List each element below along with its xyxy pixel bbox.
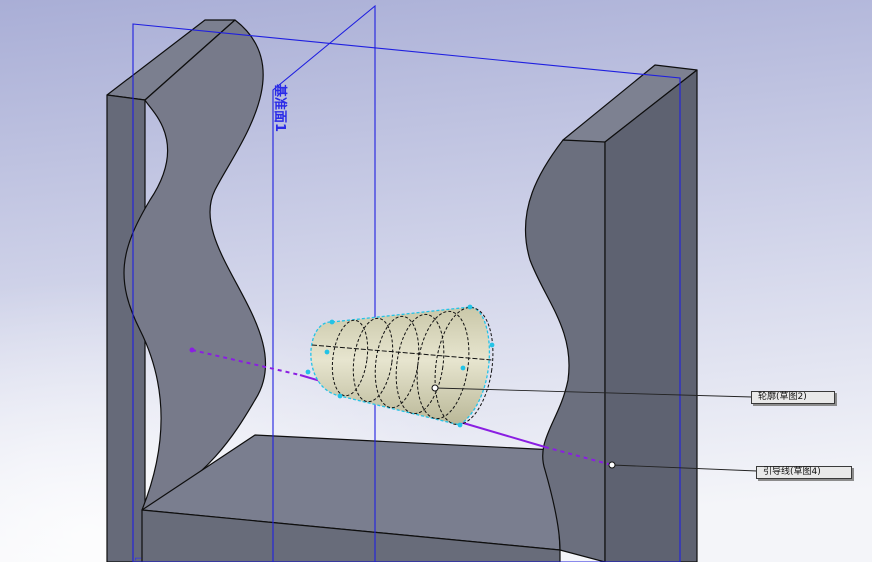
path-start-point[interactable] — [189, 347, 195, 353]
path-anchor-point[interactable] — [608, 461, 616, 469]
right-wall-front-face[interactable] — [604, 69, 698, 562]
path-callout[interactable]: 引导线(草图4) — [756, 466, 852, 479]
plane-corner-marker-icon: ⌐ — [134, 554, 142, 562]
model-view[interactable]: 基准面1 ⌐ — [0, 0, 872, 562]
graphics-area[interactable]: 基准面1 ⌐ 轮廓(草图2) 引导线(草图4) — [0, 0, 872, 562]
profile-anchor-point[interactable] — [431, 384, 439, 392]
profile-callout[interactable]: 轮廓(草图2) — [751, 391, 835, 404]
plane-label[interactable]: 基准面1 — [272, 83, 288, 132]
